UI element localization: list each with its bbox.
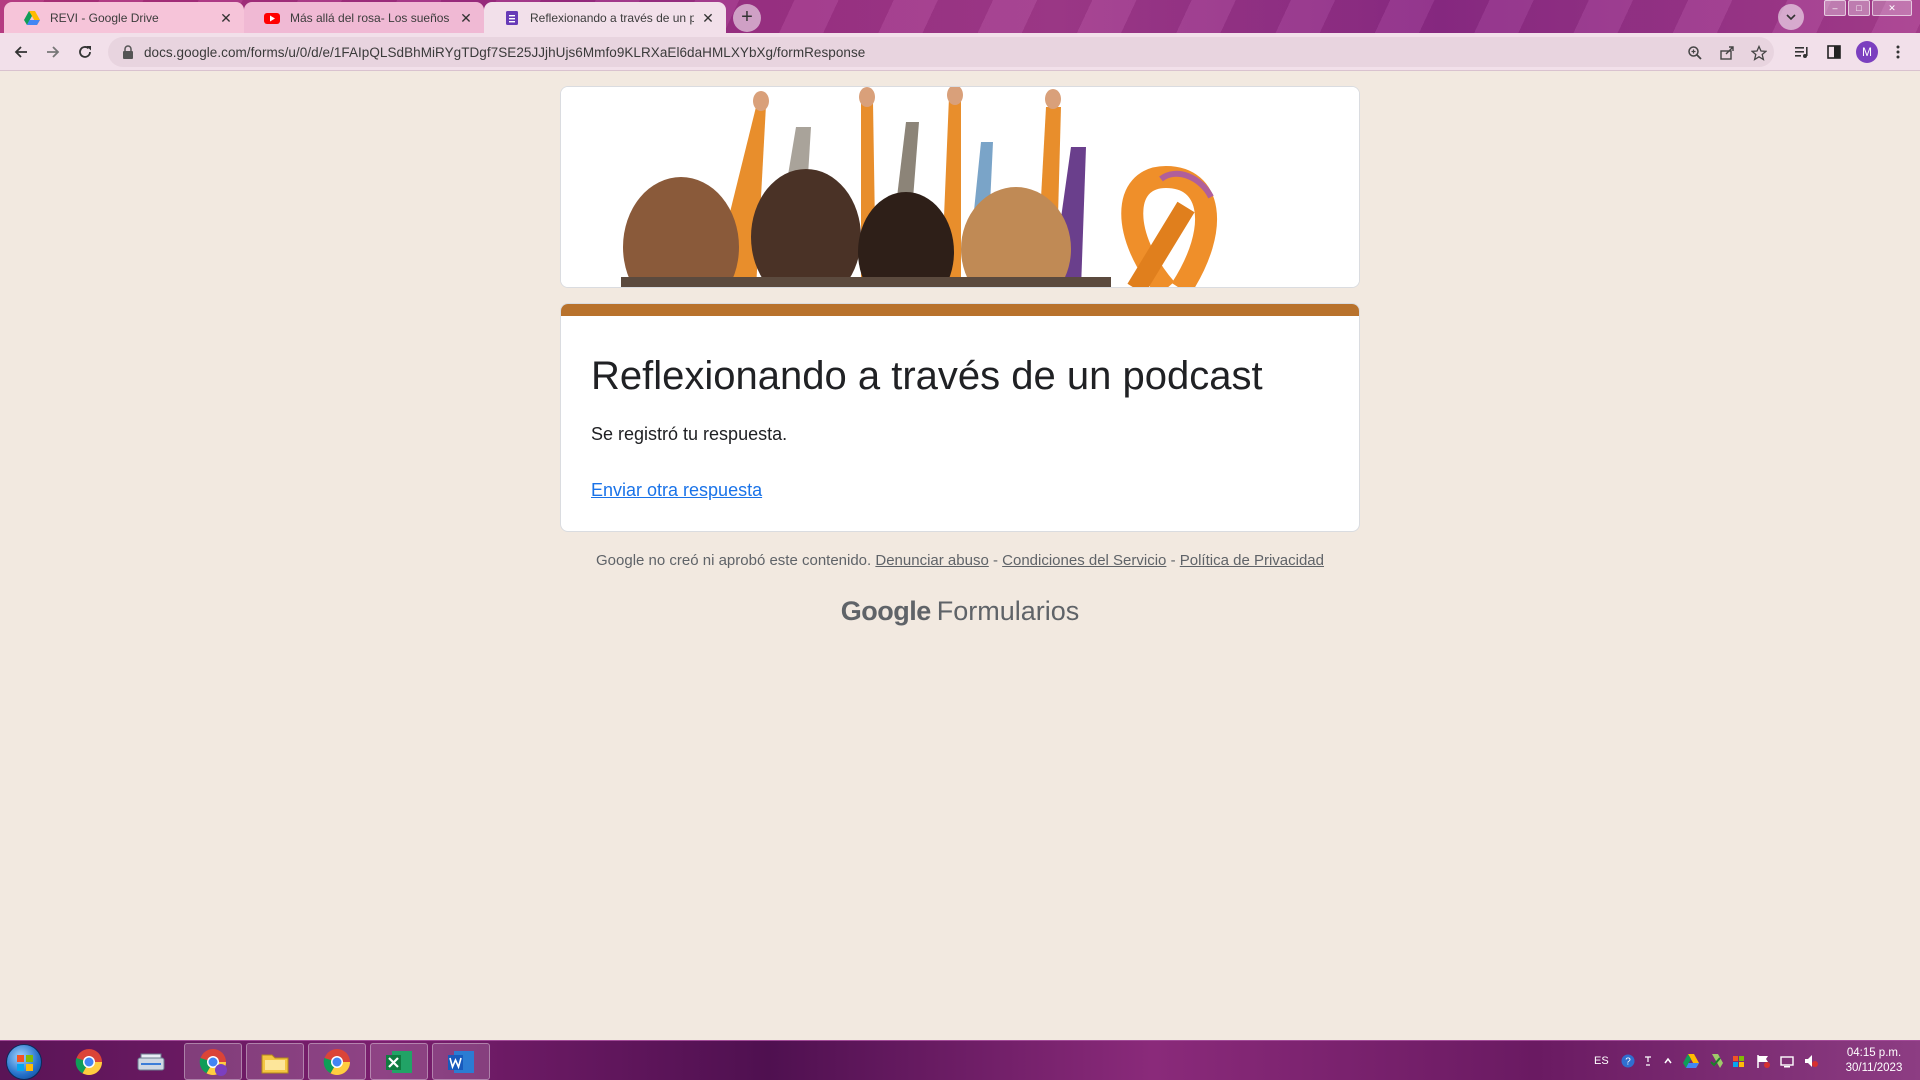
youtube-icon	[264, 12, 280, 24]
svg-text:?: ?	[1625, 1057, 1631, 1068]
tab-title: Reflexionando a través de un podcast	[530, 10, 694, 25]
google-wordmark: Google	[840, 596, 932, 626]
browser-tab-strip: REVI - Google Drive ✕ Más allá del rosa-…	[0, 0, 1920, 33]
tab-youtube-video[interactable]: Más allá del rosa- Los sueños de ✕	[244, 2, 484, 33]
taskbar-word[interactable]	[432, 1043, 490, 1080]
start-button[interactable]	[6, 1044, 42, 1080]
google-forms-icon	[506, 10, 518, 25]
forward-button[interactable]	[41, 40, 65, 64]
confirmation-message: Se registró tu respuesta.	[591, 424, 788, 444]
close-icon[interactable]: ✕	[218, 10, 234, 26]
sync-check-tray-icon[interactable]	[1707, 1053, 1723, 1069]
windows-logo-icon	[17, 1055, 33, 1071]
taskbar-scanner[interactable]	[122, 1043, 180, 1080]
url-text: docs.google.com/forms/u/0/d/e/1FAIpQLSdB…	[144, 44, 866, 60]
disclaimer-text: Google no creó ni aprobó este contenido.	[596, 552, 872, 569]
browser-toolbar: docs.google.com/forms/u/0/d/e/1FAIpQLSdB…	[0, 33, 1920, 71]
back-button[interactable]	[9, 40, 33, 64]
footer-disclaimer: Google no creó ni aprobó este contenido.…	[0, 552, 1920, 569]
help-icon[interactable]: ?	[1621, 1054, 1635, 1068]
network-icon[interactable]	[1779, 1053, 1795, 1069]
terms-of-service-link[interactable]: Condiciones del Servicio	[1002, 552, 1166, 569]
tab-revi-google-drive[interactable]: REVI - Google Drive ✕	[4, 2, 244, 33]
arrow-left-icon	[14, 46, 27, 58]
excel-icon	[386, 1050, 412, 1073]
form-accent-bar	[561, 304, 1359, 316]
tab-title: REVI - Google Drive	[50, 10, 159, 25]
action-center-flag-icon[interactable]	[1755, 1053, 1771, 1069]
taskbar-file-explorer[interactable]	[246, 1043, 304, 1080]
tab-title: Más allá del rosa- Los sueños de	[290, 10, 452, 25]
separator: -	[988, 552, 1003, 569]
chevron-down-icon	[1786, 14, 1796, 21]
reload-button[interactable]	[73, 40, 97, 64]
maximize-button[interactable]: □	[1848, 0, 1870, 16]
file-explorer-icon	[261, 1054, 289, 1073]
side-panel-icon[interactable]	[1824, 42, 1844, 62]
scanner-icon	[137, 1053, 165, 1070]
google-drive-tray-icon[interactable]	[1682, 1053, 1699, 1069]
windows-taskbar: ES ? 04:15 p.m. 30/11/2023	[0, 1040, 1920, 1080]
address-bar[interactable]: docs.google.com/forms/u/0/d/e/1FAIpQLSdB…	[108, 37, 1774, 67]
new-tab-button[interactable]: +	[733, 4, 761, 32]
menu-dots-icon[interactable]	[1888, 42, 1908, 62]
profile-avatar[interactable]: M	[1856, 41, 1878, 63]
tab-search-button[interactable]	[1778, 4, 1804, 30]
clock-date: 30/11/2023	[1845, 1062, 1903, 1074]
separator: -	[1166, 552, 1180, 569]
submit-another-response-link[interactable]: Enviar otra respuesta	[591, 480, 762, 501]
media-queue-icon[interactable]	[1792, 42, 1812, 62]
lock-icon	[123, 45, 133, 59]
windows-flag-tray-icon[interactable]	[1731, 1053, 1747, 1069]
close-icon[interactable]: ✕	[700, 10, 716, 26]
zoom-icon[interactable]	[1686, 44, 1704, 62]
clock-time: 04:15 p.m.	[1846, 1047, 1902, 1059]
privacy-policy-link[interactable]: Política de Privacidad	[1180, 552, 1324, 569]
tab-google-form[interactable]: Reflexionando a través de un podcast ✕	[484, 2, 726, 33]
arrow-right-icon	[47, 46, 60, 58]
show-hidden-icons-chevron[interactable]	[1663, 1056, 1673, 1066]
taskbar-chrome-profile[interactable]	[184, 1043, 242, 1080]
taskbar-clock[interactable]: 04:15 p.m. 30/11/2023	[1832, 1046, 1916, 1076]
language-indicator[interactable]: ES	[1594, 1055, 1609, 1067]
form-header-banner-image	[560, 86, 1360, 288]
chrome-icon	[75, 1048, 103, 1075]
system-tray: ES ?	[1594, 1041, 1819, 1080]
taskbar-chrome-2[interactable]	[308, 1043, 366, 1080]
google-drive-icon	[24, 10, 40, 25]
report-abuse-link[interactable]: Denunciar abuso	[875, 552, 988, 569]
share-icon[interactable]	[1718, 44, 1736, 62]
chrome-icon	[323, 1048, 351, 1075]
form-title: Reflexionando a través de un podcast	[591, 354, 1263, 398]
forms-wordmark: Formularios	[936, 596, 1080, 626]
form-response-page: Reflexionando a través de un podcast Se …	[0, 72, 1920, 1040]
close-icon[interactable]: ✕	[458, 10, 474, 26]
word-icon	[448, 1050, 474, 1073]
close-window-button[interactable]: ✕	[1872, 0, 1912, 16]
form-confirmation-card: Reflexionando a través de un podcast Se …	[560, 303, 1360, 532]
chrome-profile-icon	[199, 1048, 227, 1076]
taskbar-chrome[interactable]	[60, 1043, 118, 1080]
input-options-icon[interactable]	[1643, 1054, 1653, 1068]
reload-icon	[79, 46, 91, 58]
volume-muted-icon[interactable]	[1803, 1053, 1819, 1069]
taskbar-excel[interactable]	[370, 1043, 428, 1080]
bookmark-star-icon[interactable]	[1750, 44, 1768, 62]
window-controls: – □ ✕	[1822, 0, 1912, 16]
minimize-button[interactable]: –	[1824, 0, 1846, 16]
google-forms-logo[interactable]: Google Formularios	[0, 596, 1920, 627]
